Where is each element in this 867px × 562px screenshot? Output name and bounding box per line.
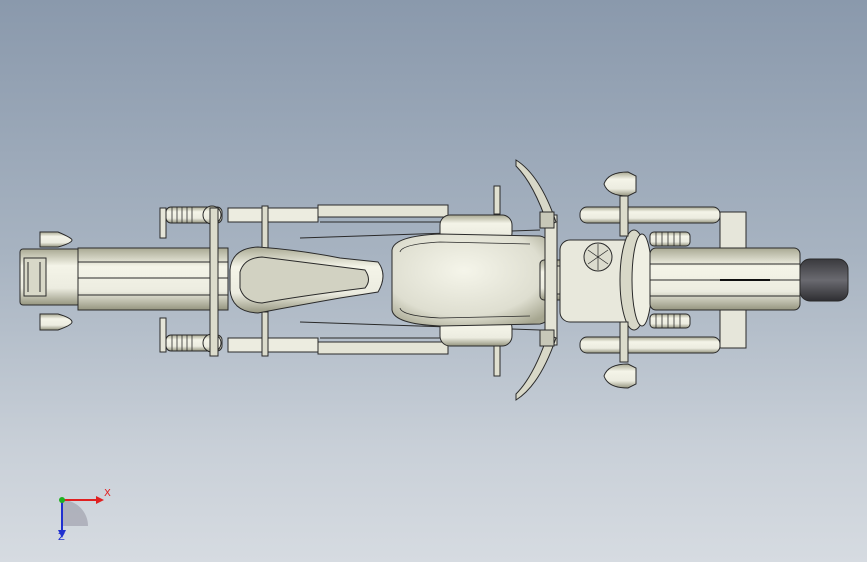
z-axis-label: Z: [58, 532, 65, 543]
fuel-tank: [391, 233, 553, 327]
rear-fender: [19, 248, 81, 306]
x-axis-label: X: [104, 488, 111, 499]
rear-frame-rail: [77, 247, 229, 311]
turn-signal-top: [603, 171, 637, 197]
turn-signal-bottom: [603, 363, 637, 389]
tail-light-top: [39, 231, 73, 248]
front-tire: [799, 258, 849, 302]
graphics-viewport[interactable]: X Z: [0, 0, 867, 562]
motorcycle-model[interactable]: [0, 0, 867, 562]
tail-light-bottom: [39, 313, 73, 331]
front-spring-top: [649, 231, 691, 247]
front-spring-bottom: [649, 313, 691, 329]
